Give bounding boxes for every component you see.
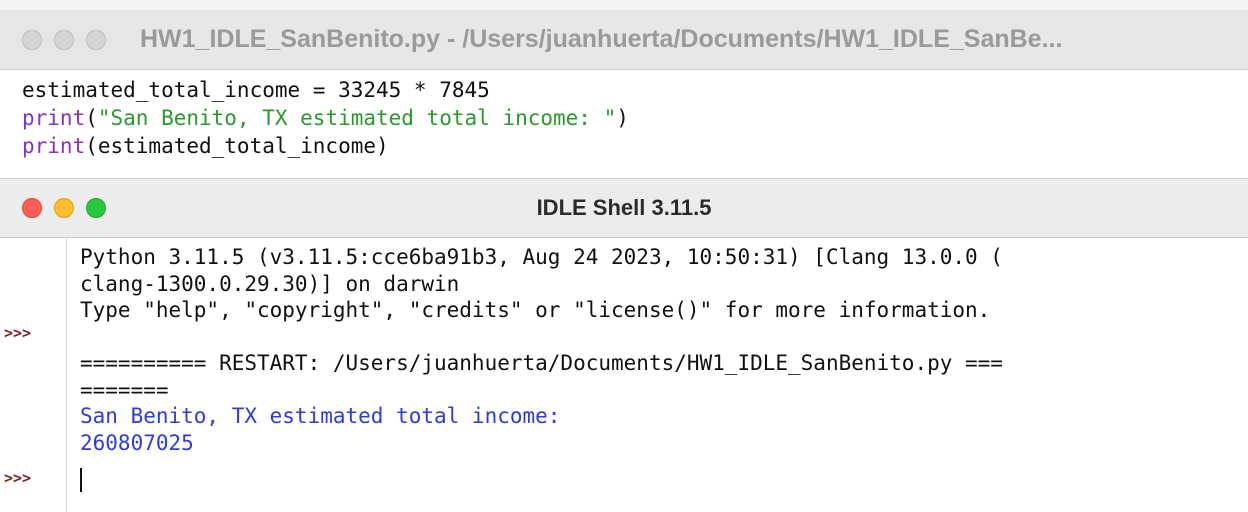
shell-close-button[interactable] [22, 198, 42, 218]
program-output-value: 260807025 [80, 430, 194, 455]
shell-prompt-current: >>> [4, 469, 32, 487]
code-line[interactable]: print(estimated_total_income) [22, 132, 1222, 160]
restart-line: ======= [80, 377, 169, 402]
banner-line: clang-1300.0.29.30)] on darwin [80, 271, 460, 296]
shell-minimize-button[interactable] [54, 198, 74, 218]
shell-zoom-button[interactable] [86, 198, 106, 218]
window-top-strip [0, 0, 1248, 10]
string-literal: "San Benito, TX estimated total income: … [97, 106, 617, 130]
editor-code-area[interactable]: estimated_total_income = 33245 * 7845 pri… [22, 76, 1222, 160]
desktop: HW1_IDLE_SanBenito.py - /Users/juanhuert… [0, 0, 1248, 512]
banner-line: Python 3.11.5 (v3.11.5:cce6ba91b3, Aug 2… [80, 245, 1003, 269]
shell-transcript[interactable]: Python 3.11.5 (v3.11.5:cce6ba91b3, Aug 2… [80, 244, 1240, 456]
code-line[interactable]: estimated_total_income = 33245 * 7845 [22, 76, 1222, 104]
editor-window-controls [22, 10, 118, 69]
code-paren: ( [85, 106, 98, 130]
shell-prompt: >>> [4, 324, 32, 342]
builtin-print: print [22, 134, 86, 158]
editor-close-button[interactable] [22, 29, 42, 50]
prompt-gutter: >>> >>> [0, 238, 67, 512]
editor-minimize-button[interactable] [54, 29, 74, 50]
shell-window-controls [22, 179, 118, 237]
editor-window[interactable]: HW1_IDLE_SanBenito.py - /Users/juanhuert… [0, 0, 1248, 180]
code-args: (estimated_total_income) [85, 134, 389, 158]
banner-line: Type "help", "copyright", "credits" or "… [80, 298, 991, 322]
code-paren: ) [616, 106, 629, 130]
scrollbar-track[interactable] [1218, 238, 1248, 512]
program-output: San Benito, TX estimated total income: [80, 404, 561, 428]
editor-titlebar[interactable]: HW1_IDLE_SanBenito.py - /Users/juanhuert… [0, 10, 1248, 70]
builtin-print: print [22, 106, 86, 130]
restart-line: ========== RESTART: /Users/juanhuerta/Do… [80, 351, 1003, 375]
shell-output-area[interactable]: >>> >>> Python 3.11.5 (v3.11.5:cce6ba91b… [0, 238, 1248, 512]
shell-titlebar[interactable]: IDLE Shell 3.11.5 [0, 178, 1248, 238]
shell-window-title: IDLE Shell 3.11.5 [536, 195, 712, 220]
code-line[interactable]: print("San Benito, TX estimated total in… [22, 104, 1222, 132]
shell-window[interactable]: IDLE Shell 3.11.5 >>> >>> Python 3.11.5 … [0, 178, 1248, 512]
code-text: estimated_total_income = 33245 * 7845 [22, 78, 490, 102]
editor-zoom-button[interactable] [86, 29, 106, 50]
text-cursor[interactable] [80, 468, 82, 492]
editor-window-title: HW1_IDLE_SanBenito.py - /Users/juanhuert… [140, 25, 1063, 53]
